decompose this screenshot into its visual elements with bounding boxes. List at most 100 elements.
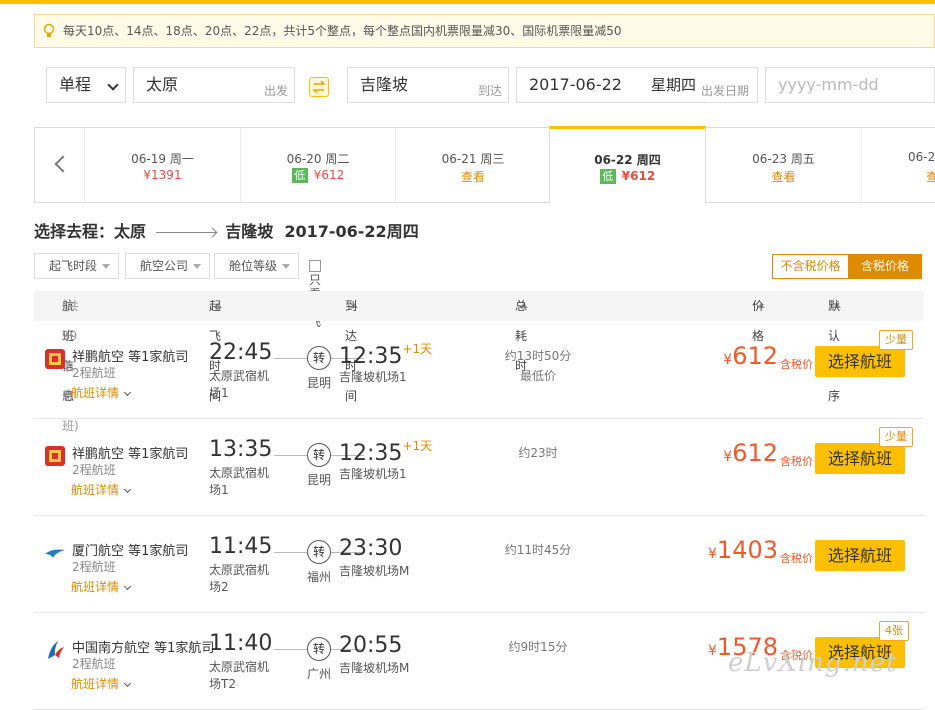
detail-label: 航班详情 <box>71 580 120 594</box>
duration-note: 最低价 <box>519 369 556 383</box>
chevron-left-icon <box>54 155 72 173</box>
date-cell[interactable]: 06-19 周一 ¥1391 <box>85 128 240 202</box>
date-price: ¥612 <box>313 168 345 182</box>
airline-name: 厦门航空 等1家航司 <box>72 544 189 559</box>
date-cell[interactable]: 06-20 周二 低 ¥612 <box>240 128 395 202</box>
swap-cities-button[interactable] <box>309 77 329 97</box>
price: ¥612 含税价 <box>723 342 813 372</box>
date-price: ¥1391 <box>143 168 182 182</box>
sort-price-header[interactable]: 价格 <box>752 291 765 343</box>
price: ¥612 含税价 <box>723 439 813 469</box>
return-date-input[interactable]: yyyy-mm-dd <box>765 67 935 103</box>
currency-symbol: ¥ <box>723 352 733 368</box>
plus-day: +1天 <box>402 342 433 356</box>
price-with-tax-button[interactable]: 含税价格 <box>848 255 922 278</box>
date-cell[interactable]: 06-21 周三 查看 <box>395 128 550 202</box>
price-without-tax-button[interactable]: 不含税价格 <box>773 255 848 278</box>
depart-airport: 太原武宿机场1 <box>209 369 270 400</box>
duration: 约9时15分 <box>478 637 598 657</box>
depart-date-value: 2017-06-22 <box>529 75 622 94</box>
date-cell-selected[interactable]: 06-22 周四 低 ¥612 <box>549 126 706 204</box>
airline-name: 祥鹏航空 等1家航司 <box>72 447 189 462</box>
date-cell[interactable]: 06-24 查 <box>861 128 935 202</box>
currency-symbol: ¥ <box>708 546 717 562</box>
date-view-link[interactable]: 查 <box>862 168 935 184</box>
checkbox-icon <box>309 260 321 272</box>
availability-tag: 少量 <box>879 427 913 447</box>
sort-depart-header[interactable]: 起飞时间 <box>209 291 222 403</box>
chevron-down-icon <box>123 485 132 494</box>
arrive-time-value: 23:30 <box>339 536 403 561</box>
search-bar: 单程 太原 出发 吉隆坡 到达 2017-06-22 星期四 出发日期 yyyy… <box>0 67 935 105</box>
airline-name: 祥鹏航空 等1家航司 <box>72 350 189 365</box>
depart-airport: 太原武宿机场1 <box>209 466 270 497</box>
arrive-time-value: 12:35 <box>339 344 403 369</box>
airline-filter[interactable]: 航空公司 <box>125 253 210 279</box>
arrive-time: 23:30 <box>339 534 402 561</box>
duration: 约11时45分 <box>478 540 598 560</box>
price: ¥1403 含税价 <box>708 536 813 566</box>
route-date: 2017-06-22周四 <box>284 222 419 241</box>
price-value: 612 <box>732 342 778 370</box>
depart-airport: 太原武宿机场2 <box>209 563 270 594</box>
chevron-down-icon <box>123 679 132 688</box>
date-label: 06-21 周三 <box>441 152 505 166</box>
flight-detail-link[interactable]: 航班详情 <box>71 675 132 692</box>
to-city-input[interactable]: 吉隆坡 到达 <box>347 67 509 103</box>
date-view-link[interactable]: 查看 <box>706 168 861 184</box>
swap-icon <box>312 80 326 94</box>
legs-count: 2程航班 <box>72 463 116 477</box>
duration-value: 约11时45分 <box>504 543 572 557</box>
depart-time: 11:45 <box>209 534 273 559</box>
arrow-right-icon <box>155 232 216 233</box>
date-view-link[interactable]: 查看 <box>396 168 550 184</box>
filter-label: 舱位等级 <box>229 259 278 273</box>
arrive-airport: 吉隆坡机场M <box>339 661 410 675</box>
route-from: 太原 <box>114 222 147 241</box>
trip-type-select[interactable]: 单程 <box>46 67 126 103</box>
select-flight-button[interactable]: 选择航班 <box>815 443 905 474</box>
transfer-badge: 转 <box>307 637 331 661</box>
date-label: 06-20 周二 <box>286 152 350 166</box>
china-southern-logo-icon <box>48 641 64 659</box>
from-city-input[interactable]: 太原 出发 <box>133 67 295 103</box>
to-hint: 到达 <box>477 84 502 98</box>
default-sort-header[interactable]: 默认排序 <box>828 291 841 403</box>
price-value: 612 <box>732 439 778 467</box>
arrive-time-value: 12:35 <box>339 441 403 466</box>
select-flight-button[interactable]: 选择航班 <box>815 346 905 377</box>
flight-detail-link[interactable]: 航班详情 <box>71 578 132 595</box>
availability-tag: 少量 <box>879 330 913 350</box>
site-watermark: eLvXing.net <box>728 648 898 678</box>
promo-notice-text: 每天10点、14点、18点、20点、22点，共计5个整点，每个整点国内机票限量减… <box>63 24 622 38</box>
prev-dates-button[interactable] <box>35 128 85 202</box>
depart-date-input[interactable]: 2017-06-22 星期四 出发日期 <box>516 67 758 103</box>
flight-detail-link[interactable]: 航班详情 <box>71 481 132 498</box>
arrive-time: 12:35+1天 <box>339 437 432 466</box>
depart-time: 11:40 <box>209 631 273 656</box>
route-to: 吉隆坡 <box>225 222 274 241</box>
depart-time: 22:45 <box>209 340 273 365</box>
promo-notice: 每天10点、14点、18点、20点、22点，共计5个整点，每个整点国内机票限量减… <box>34 14 935 48</box>
date-cell[interactable]: 06-23 周五 查看 <box>706 128 861 202</box>
xiamen-airlines-logo-icon <box>45 549 65 558</box>
to-city-value: 吉隆坡 <box>360 75 409 94</box>
shuangpeng-airline-logo-icon <box>45 349 65 369</box>
caret-down-icon <box>282 264 290 269</box>
arrive-time: 12:35+1天 <box>339 340 432 369</box>
currency-symbol: ¥ <box>723 449 733 465</box>
depart-time-filter[interactable]: 起飞时段 <box>34 253 119 279</box>
arrive-time: 20:55 <box>339 631 402 658</box>
currency-symbol: ¥ <box>708 643 717 659</box>
select-flight-button[interactable]: 选择航班 <box>815 540 905 571</box>
date-strip: 06-19 周一 ¥1391 06-20 周二 低 ¥612 06-21 周三 查… <box>34 126 935 204</box>
trip-type-value: 单程 <box>59 75 92 94</box>
sort-arrive-header[interactable]: 到达时间 <box>345 291 358 403</box>
date-label: 06-23 周五 <box>752 152 815 166</box>
lightbulb-icon <box>43 23 55 37</box>
return-date-placeholder: yyyy-mm-dd <box>778 75 879 94</box>
sort-duration-header[interactable]: 总耗时 <box>515 291 528 373</box>
tax-included-label: 含税价 <box>780 358 813 371</box>
flight-detail-link[interactable]: 航班详情 <box>71 384 132 401</box>
cabin-filter[interactable]: 舱位等级 <box>214 253 299 279</box>
